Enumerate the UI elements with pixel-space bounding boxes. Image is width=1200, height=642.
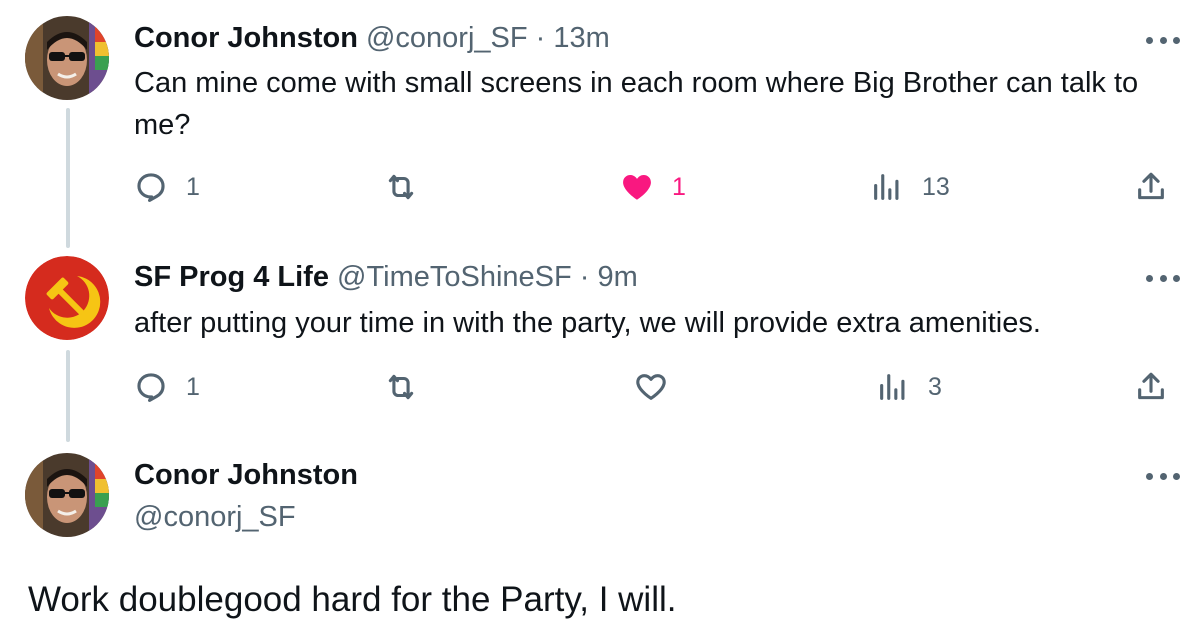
heart-icon: [623, 174, 651, 200]
author-handle[interactable]: @conorj_SF: [366, 22, 528, 54]
reply-button[interactable]: 1: [134, 367, 200, 407]
avatar[interactable]: [25, 16, 109, 100]
avatar-photo-icon: [25, 16, 109, 100]
retweet-button[interactable]: [384, 167, 418, 207]
tweet-header: SF Prog 4 Life @TimeToShineSF · 9m: [134, 259, 638, 295]
share-button[interactable]: [1134, 367, 1168, 407]
views-count: 13: [922, 172, 950, 201]
retweet-icon: [388, 374, 414, 400]
author-name[interactable]: Conor Johnston: [134, 22, 358, 54]
views-icon: [880, 374, 905, 400]
avatar[interactable]: [25, 256, 109, 340]
timestamp[interactable]: · 9m: [580, 261, 638, 293]
author-handle[interactable]: @conorj_SF: [134, 499, 296, 535]
action-bar: 1 1 13: [134, 167, 1174, 207]
main-tweet-text: Work doublegood hard for the Party, I wi…: [28, 580, 677, 619]
share-icon: [1138, 372, 1164, 400]
more-icon[interactable]: [1146, 272, 1180, 284]
reply-icon: [137, 173, 165, 203]
tweet-text: after putting your time in with the part…: [134, 307, 1041, 339]
tweet-text: Can mine come with small screens in each…: [134, 67, 1139, 141]
thread-connector-2: [66, 350, 70, 442]
views-icon: [874, 174, 899, 200]
reply-icon: [137, 373, 165, 403]
views-count: 3: [928, 372, 942, 401]
main-tweet-header: Conor Johnston: [134, 457, 358, 493]
reply-count: 1: [186, 172, 200, 201]
hammer-sickle-icon: [25, 256, 109, 340]
heart-outline-icon: [636, 374, 666, 400]
reply-button[interactable]: 1: [134, 167, 200, 207]
retweet-button[interactable]: [384, 367, 418, 407]
share-icon: [1138, 172, 1164, 200]
action-bar: 1 3: [134, 367, 1174, 407]
like-count: 1: [672, 172, 686, 201]
views-button[interactable]: 3: [876, 367, 942, 407]
timestamp[interactable]: · 13m: [536, 22, 610, 54]
tweet-header: Conor Johnston @conorj_SF · 13m: [134, 20, 610, 56]
share-button[interactable]: [1134, 167, 1168, 207]
author-handle[interactable]: @TimeToShineSF: [337, 261, 572, 293]
author-name[interactable]: Conor Johnston: [134, 459, 358, 491]
like-button[interactable]: 1: [620, 167, 686, 207]
more-icon[interactable]: [1146, 34, 1180, 46]
views-button[interactable]: 13: [870, 167, 950, 207]
like-button[interactable]: [634, 367, 686, 407]
reply-count: 1: [186, 372, 200, 401]
author-name[interactable]: SF Prog 4 Life: [134, 261, 329, 293]
thread-connector-1: [66, 108, 70, 248]
retweet-icon: [388, 174, 414, 200]
avatar-photo-icon: [25, 453, 109, 537]
more-icon[interactable]: [1146, 470, 1180, 482]
avatar[interactable]: [25, 453, 109, 537]
